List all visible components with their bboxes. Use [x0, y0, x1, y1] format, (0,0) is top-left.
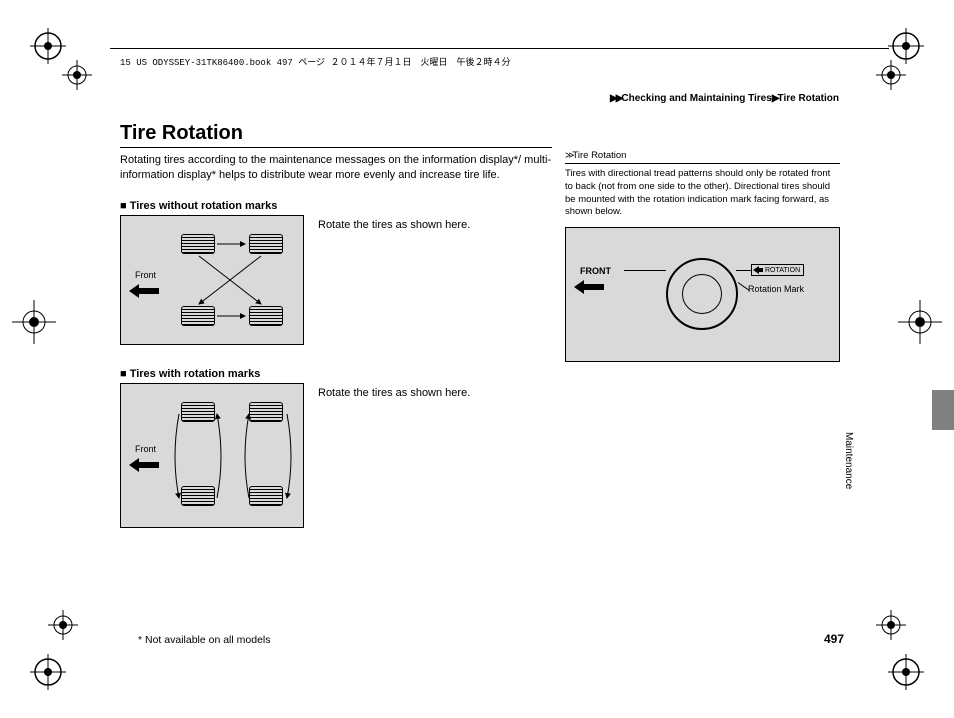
crop-mark-icon: [48, 610, 78, 640]
side-note: ≫Tire Rotation Tires with directional tr…: [565, 150, 840, 362]
arrow-left-icon: [753, 266, 763, 274]
leader-line: [624, 270, 666, 271]
chevron-icon: ▶▶: [610, 93, 621, 104]
title-rule: [120, 147, 552, 148]
rotation-arrows-icon: [171, 402, 301, 512]
front-label: FRONT: [580, 266, 611, 276]
crop-mark-icon: [30, 654, 66, 690]
crop-mark-icon: [30, 28, 66, 64]
rotation-arrows-icon: [181, 234, 291, 326]
tire-wheel-icon: [666, 258, 738, 330]
rotation-diagram-cross: Front: [120, 215, 304, 345]
breadcrumb-b: Tire Rotation: [778, 93, 839, 104]
crop-mark-icon: [898, 300, 942, 344]
side-note-title: Tire Rotation: [572, 150, 626, 161]
intro-text: Rotating tires according to the maintena…: [120, 153, 552, 183]
breadcrumb: ▶▶Checking and Maintaining Tires▶Tire Ro…: [610, 93, 839, 104]
page-number: 497: [824, 632, 844, 646]
header-rule: [110, 48, 889, 49]
arrow-left-icon: [129, 284, 159, 298]
print-header: 15 US ODYSSEY-31TK86400.book 497 ページ ２０１…: [120, 55, 510, 68]
directional-tire-diagram: FRONT ROTATION Rotation Mark: [565, 227, 840, 362]
crop-mark-icon: [888, 28, 924, 64]
rotation-badge-text: ROTATION: [765, 267, 800, 274]
section-heading-1: ■ Tires without rotation marks: [120, 200, 277, 212]
arrow-left-icon: [574, 280, 604, 294]
crop-mark-icon: [62, 60, 92, 90]
crop-mark-icon: [876, 610, 906, 640]
arrow-left-icon: [129, 458, 159, 472]
section-heading-2-text: Tires with rotation marks: [130, 368, 261, 380]
front-label: Front: [135, 444, 156, 454]
leader-line: [736, 270, 752, 271]
section-heading-2: ■ Tires with rotation marks: [120, 368, 260, 380]
side-note-body: Tires with directional tread patterns sh…: [565, 168, 840, 219]
rotate-instruction-1: Rotate the tires as shown here.: [318, 219, 470, 231]
rotation-mark-label: Rotation Mark: [748, 284, 804, 294]
section-tab-label: Maintenance: [843, 432, 854, 489]
front-label: Front: [135, 270, 156, 280]
section-tab: [932, 390, 954, 430]
rotation-badge: ROTATION: [751, 264, 804, 276]
page-title: Tire Rotation: [120, 122, 243, 145]
footnote: * Not available on all models: [138, 634, 271, 646]
section-heading-1-text: Tires without rotation marks: [130, 200, 278, 212]
crop-mark-icon: [12, 300, 56, 344]
crop-mark-icon: [876, 60, 906, 90]
rotate-instruction-2: Rotate the tires as shown here.: [318, 387, 470, 399]
rotation-diagram-straight: Front: [120, 383, 304, 528]
breadcrumb-a: Checking and Maintaining Tires: [621, 93, 771, 104]
crop-mark-icon: [888, 654, 924, 690]
side-note-header: ≫Tire Rotation: [565, 150, 840, 164]
